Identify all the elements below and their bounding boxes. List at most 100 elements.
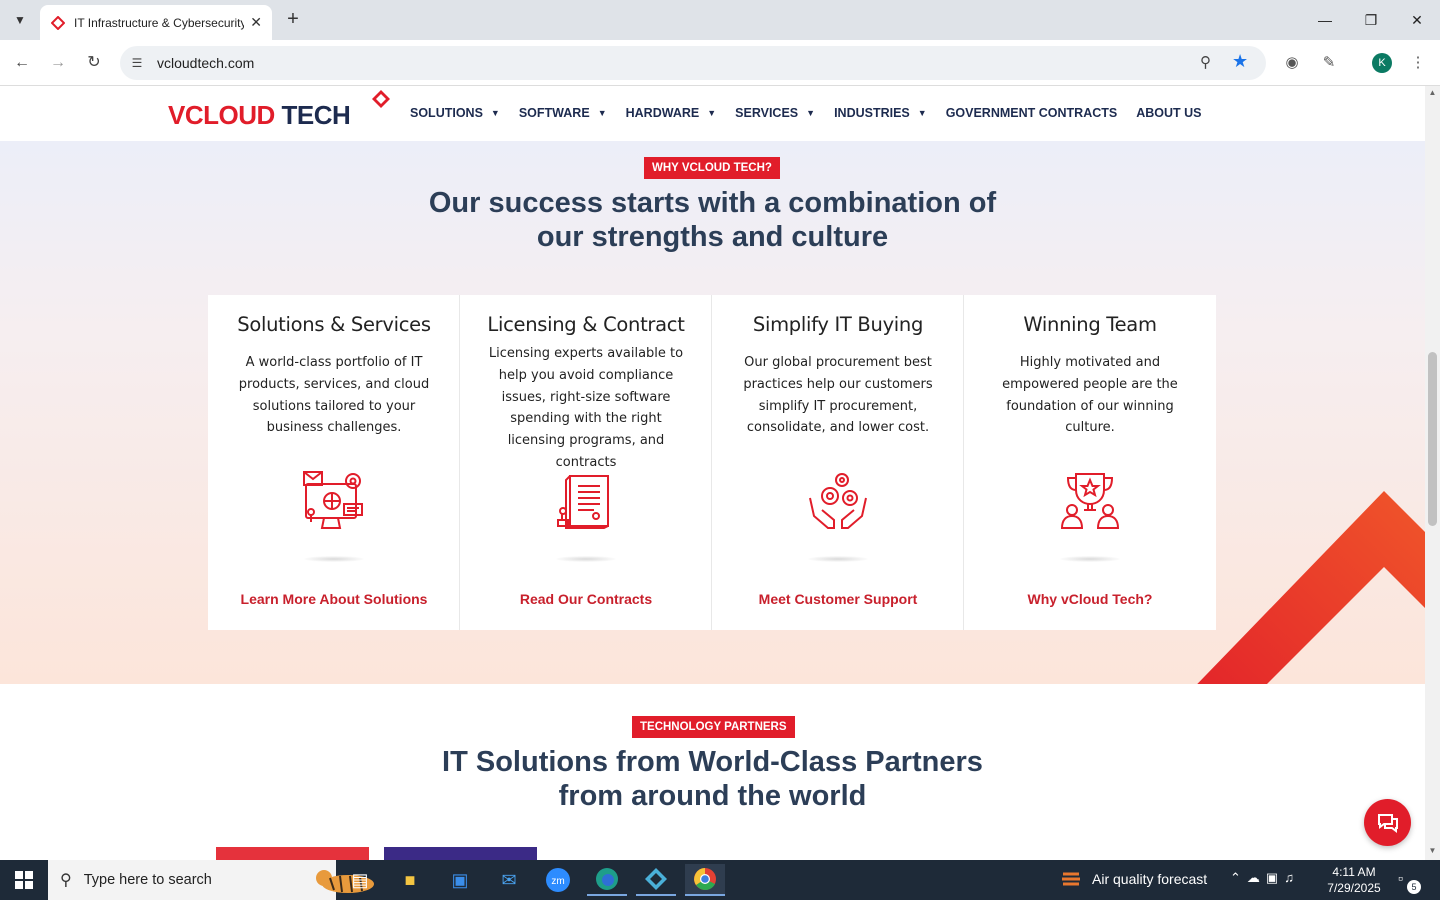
microsoft-store-icon[interactable]: ▣	[440, 864, 480, 896]
site-info-icon[interactable]: ☰	[128, 54, 146, 72]
chat-bubbles-icon	[1377, 813, 1398, 833]
windows-logo-icon	[15, 871, 33, 889]
caret-down-icon: ▼	[917, 108, 927, 118]
icon-shadow	[808, 556, 868, 562]
chrome-icon[interactable]	[685, 864, 725, 896]
learn-more-solutions-link[interactable]: Learn More About Solutions	[208, 591, 460, 607]
minimize-icon[interactable]: —	[1310, 8, 1340, 32]
site-header: VCLOUD TECH SOLUTIONS ▼ SOFTWARE ▼ HARDWAR…	[0, 86, 1425, 141]
nav-industries[interactable]: INDUSTRIES ▼	[834, 106, 927, 120]
network-icon[interactable]: ▣	[1266, 870, 1278, 886]
system-clock[interactable]: 4:11 AM 7/29/2025	[1320, 864, 1388, 896]
card-title: Winning Team	[1023, 313, 1157, 336]
translate-icon[interactable]: ◉	[1280, 51, 1304, 75]
profile-avatar[interactable]: K	[1372, 53, 1392, 73]
caret-down-icon: ▼	[597, 108, 607, 118]
zoom-app-icon[interactable]: zm	[538, 864, 578, 896]
logo-diamond-icon	[372, 90, 390, 108]
meet-customer-support-link[interactable]: Meet Customer Support	[712, 591, 964, 607]
tab-close-icon[interactable]: ✕	[250, 14, 262, 31]
taskbar-search[interactable]: ⚲ Type here to search	[48, 860, 374, 900]
card-simplify-it-buying: Simplify IT Buying Our global procuremen…	[712, 295, 964, 630]
section-pill: TECHNOLOGY PARTNERS	[632, 716, 795, 738]
trophy-team-icon	[1060, 473, 1120, 529]
nav-about-us[interactable]: ABOUT US	[1136, 106, 1201, 120]
main-navigation: SOLUTIONS ▼ SOFTWARE ▼ HARDWARE ▼ SERVICES ▼…	[410, 106, 1221, 120]
icon-shadow	[1060, 556, 1120, 562]
maximize-icon[interactable]: ❐	[1356, 8, 1386, 32]
browser-toolbar: ← → ↻ ☰ vcloudtech.com ⚲ ★ ◉ ✎ ⋮	[0, 40, 1440, 86]
windows-taskbar: ⚲ Type here to search ▤ ■ ▣ ✉ zm Air qua…	[0, 860, 1440, 900]
start-button[interactable]	[0, 860, 48, 900]
page-scrollbar[interactable]: ▲ ▼	[1425, 86, 1440, 860]
nav-solutions[interactable]: SOLUTIONS ▼	[410, 106, 500, 120]
nav-government-contracts[interactable]: GOVERNMENT CONTRACTS	[946, 106, 1118, 120]
caret-down-icon: ▼	[707, 108, 717, 118]
zoom-icon[interactable]: ⚲	[1200, 53, 1211, 71]
site-logo[interactable]: VCLOUD TECH	[168, 90, 392, 136]
app-diamond-icon[interactable]	[636, 864, 676, 896]
partner-logo-tile[interactable]	[384, 847, 537, 860]
scroll-thumb[interactable]	[1428, 352, 1437, 526]
new-tab-icon[interactable]: +	[282, 8, 304, 32]
page-viewport: VCLOUD TECH SOLUTIONS ▼ SOFTWARE ▼ HARDWAR…	[0, 86, 1425, 860]
volume-icon[interactable]: ♫	[1284, 870, 1294, 886]
address-bar[interactable]: ☰ vcloudtech.com ⚲ ★	[120, 46, 1266, 80]
logo-text-vcloud: VCLOUD	[168, 100, 275, 130]
window-close-icon[interactable]: ✕	[1402, 8, 1432, 32]
tab-search-chevron-icon[interactable]: ▼	[6, 6, 34, 34]
edge-icon[interactable]	[587, 864, 627, 896]
nav-services[interactable]: SERVICES ▼	[735, 106, 815, 120]
browser-tab-bar: ▼ IT Infrastructure & Cybersecurity ✕ + …	[0, 0, 1440, 40]
card-winning-team: Winning Team Highly motivated and empowe…	[964, 295, 1216, 630]
reload-icon[interactable]: ↻	[82, 51, 106, 75]
search-placeholder: Type here to search	[83, 872, 212, 888]
air-quality-icon	[1062, 872, 1080, 886]
card-licensing-contract: Licensing & Contract Licensing experts a…	[460, 295, 712, 630]
search-icon: ⚲	[60, 872, 72, 889]
back-icon[interactable]: ←	[10, 51, 34, 75]
why-vcloud-tech-link[interactable]: Why vCloud Tech?	[964, 591, 1216, 607]
nav-software[interactable]: SOFTWARE ▼	[519, 106, 607, 120]
site-favicon-icon	[50, 15, 66, 31]
hands-gears-icon	[809, 473, 867, 529]
system-tray: ⌃ ☁ ▣ ♫	[1230, 870, 1294, 886]
file-explorer-icon[interactable]: ■	[390, 864, 430, 896]
tab-title: IT Infrastructure & Cybersecurity	[74, 15, 244, 30]
icon-shadow	[556, 556, 616, 562]
notification-icon[interactable]: ▫	[1398, 870, 1403, 886]
section-title-line2: from around the world	[558, 780, 867, 812]
strengths-section: WHY VCLOUD TECH? Our success starts with…	[0, 141, 1425, 684]
computer-network-icon	[303, 471, 363, 529]
read-contracts-link[interactable]: Read Our Contracts	[460, 591, 712, 607]
url-text[interactable]: vcloudtech.com	[157, 55, 254, 71]
card-title: Licensing & Contract	[487, 313, 685, 336]
card-text: Licensing experts available to help you …	[488, 346, 684, 470]
mail-icon[interactable]: ✉	[489, 864, 529, 896]
scroll-up-icon[interactable]: ▲	[1425, 86, 1440, 100]
card-title: Solutions & Services	[237, 313, 431, 336]
browser-tab[interactable]: IT Infrastructure & Cybersecurity ✕	[40, 5, 272, 40]
card-text: Our global procurement best practices he…	[743, 355, 933, 436]
onedrive-icon[interactable]: ☁	[1247, 870, 1260, 886]
browser-menu-icon[interactable]: ⋮	[1406, 51, 1430, 75]
scroll-down-icon[interactable]: ▼	[1425, 844, 1440, 858]
bookmark-star-icon[interactable]: ★	[1232, 51, 1248, 72]
chat-button[interactable]	[1364, 799, 1411, 846]
section-title-line1: IT Solutions from World-Class Partners	[442, 746, 983, 778]
caret-down-icon: ▼	[806, 108, 816, 118]
contract-stamp-icon	[557, 475, 609, 529]
clock-time: 4:11 AM	[1332, 865, 1376, 879]
forward-icon[interactable]: →	[46, 51, 70, 75]
extensions-icon[interactable]: ✎	[1317, 51, 1341, 75]
card-text: Highly motivated and empowered people ar…	[1002, 355, 1178, 436]
icon-shadow	[304, 556, 364, 562]
tray-chevron-icon[interactable]: ⌃	[1230, 870, 1241, 886]
section-title-line2: our strengths and culture	[536, 221, 889, 253]
task-view-icon[interactable]: ▤	[340, 864, 380, 896]
partner-logo-tile[interactable]	[216, 847, 369, 860]
section-title-line1: Our success starts with a combination of	[428, 187, 997, 219]
partners-section: TECHNOLOGY PARTNERS IT Solutions from Wo…	[0, 684, 1425, 860]
nav-hardware[interactable]: HARDWARE ▼	[626, 106, 717, 120]
weather-widget[interactable]: Air quality forecast	[1060, 868, 1207, 890]
